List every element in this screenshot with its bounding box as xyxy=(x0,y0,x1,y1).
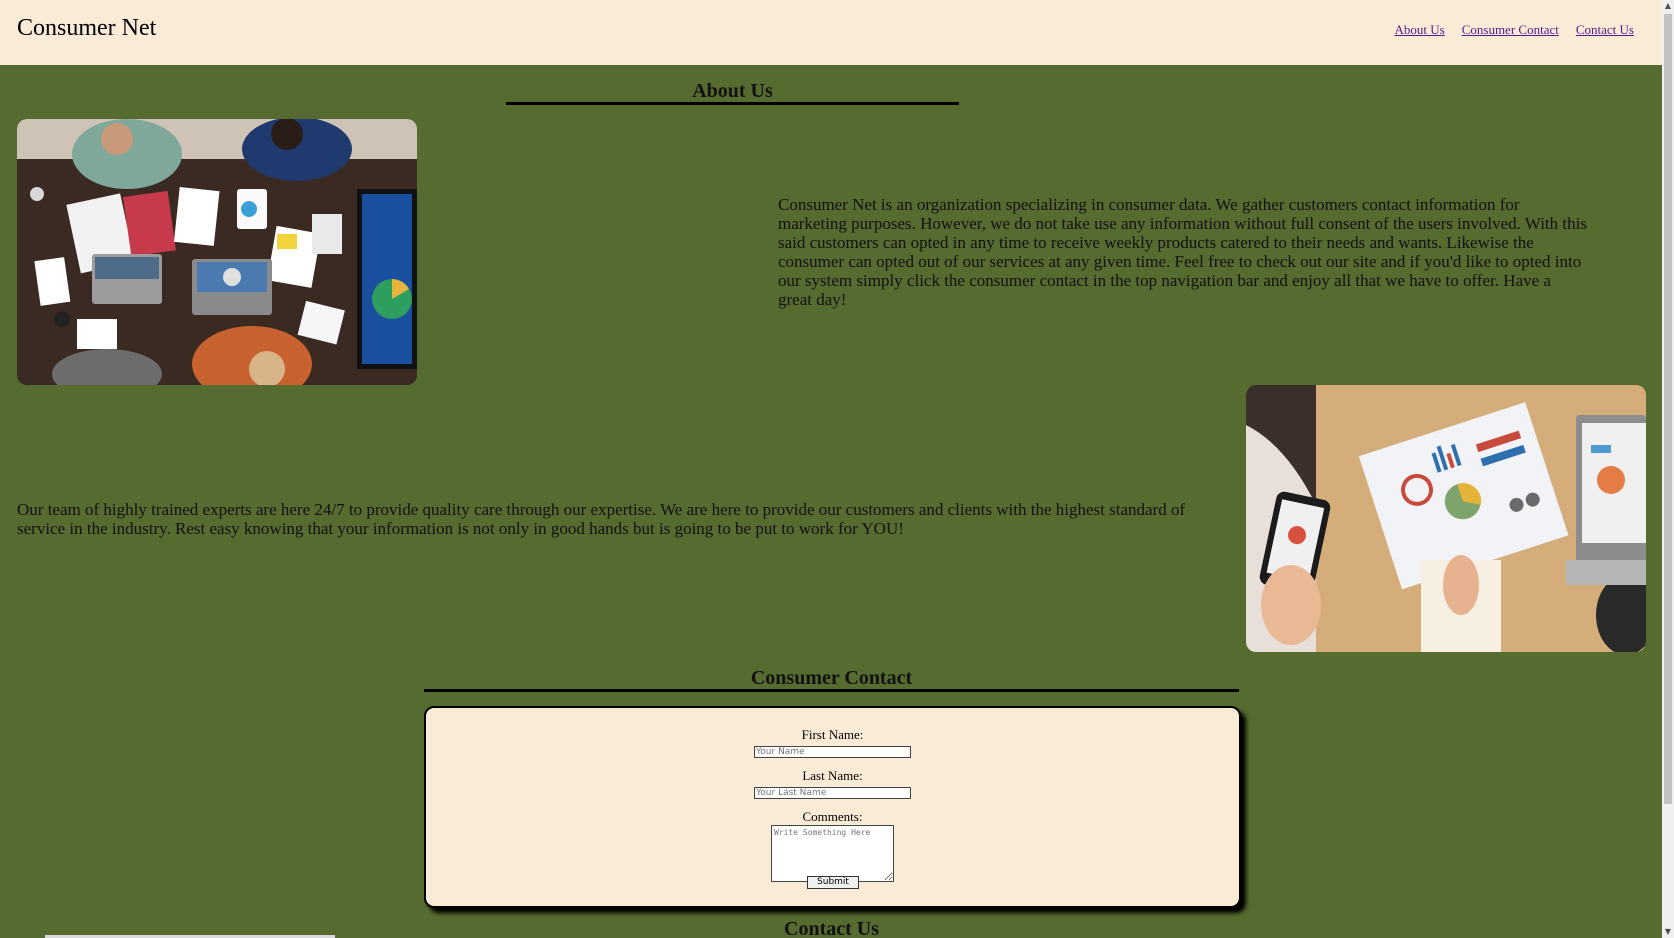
consumer-contact-heading: Consumer Contact xyxy=(424,667,1239,692)
nav-links: About Us Consumer Contact Contact Us xyxy=(1395,22,1634,38)
first-name-input[interactable] xyxy=(754,746,911,758)
about-paragraph-1: Consumer Net is an organization speciali… xyxy=(778,195,1587,309)
last-name-label: Last Name: xyxy=(802,768,863,783)
scroll-down-arrow-icon[interactable]: ▼ xyxy=(1662,926,1674,938)
first-name-group: First Name: xyxy=(426,728,1239,758)
last-name-group: Last Name: xyxy=(426,769,1239,799)
comments-group: Comments: xyxy=(426,810,1239,886)
nav-about-us-link[interactable]: About Us xyxy=(1395,22,1445,38)
nav-consumer-contact-link[interactable]: Consumer Contact xyxy=(1462,22,1559,38)
about-paragraph-2: Our team of highly trained experts are h… xyxy=(17,500,1186,538)
vertical-scrollbar[interactable]: ▲ ▼ xyxy=(1662,0,1674,938)
team-meeting-photo-icon xyxy=(17,119,417,385)
about-us-heading: About Us xyxy=(506,80,959,105)
analytics-charts-photo-icon xyxy=(1246,385,1646,652)
consumer-contact-form: First Name: Last Name: Comments: Submit xyxy=(424,706,1241,908)
last-name-input[interactable] xyxy=(754,787,911,799)
first-name-label: First Name: xyxy=(801,727,864,742)
scroll-thumb[interactable] xyxy=(1664,14,1672,804)
submit-button[interactable]: Submit xyxy=(807,876,859,889)
scroll-up-arrow-icon[interactable]: ▲ xyxy=(1662,0,1674,12)
team-meeting-image xyxy=(17,119,417,385)
analytics-image xyxy=(1246,385,1646,652)
comments-label: Comments: xyxy=(802,809,863,824)
comments-textarea[interactable] xyxy=(771,825,894,882)
contact-us-heading: Contact Us xyxy=(784,918,879,938)
top-navbar: Consumer Net About Us Consumer Contact C… xyxy=(0,0,1662,65)
nav-contact-us-link[interactable]: Contact Us xyxy=(1576,22,1634,38)
brand-title: Consumer Net xyxy=(17,15,157,41)
